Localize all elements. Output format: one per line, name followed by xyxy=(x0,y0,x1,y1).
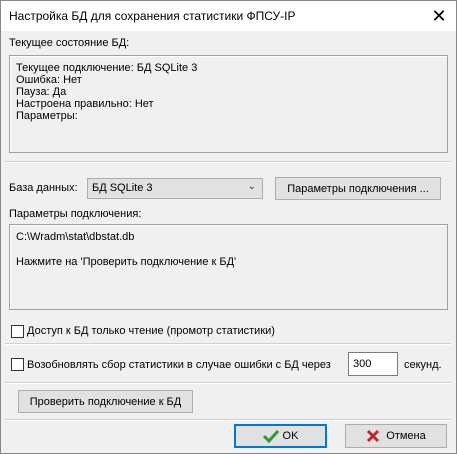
status-line: Параметры: xyxy=(16,110,78,122)
cancel-label: Отмена xyxy=(386,430,426,442)
connection-label: Параметры подключения: xyxy=(9,208,142,220)
connection-path: C:\Wradm\stat\dbstat.db xyxy=(16,231,135,243)
readonly-label[interactable]: Доступ к БД только чтение (промотр стати… xyxy=(27,325,275,337)
check-connection-button[interactable]: Проверить подключение к БД xyxy=(18,390,193,413)
divider xyxy=(5,382,451,384)
resume-seconds-input[interactable]: 300 xyxy=(348,352,398,376)
db-select-value: БД SQLite 3 xyxy=(92,182,153,194)
divider xyxy=(5,419,451,421)
cancel-button[interactable]: Отмена xyxy=(345,424,447,448)
resume-checkbox[interactable] xyxy=(11,358,24,371)
settings-dialog: Настройка БД для сохранения статистики Ф… xyxy=(0,0,457,454)
resume-label[interactable]: Возобновлять сбор статистики в случае ош… xyxy=(27,359,331,371)
connection-hint: Нажмите на 'Проверить подключение к БД' xyxy=(16,256,237,268)
resume-unit: секунд. xyxy=(404,359,442,371)
status-line: Пауза: Да xyxy=(16,86,67,98)
status-panel: Текущее подключение: БД SQLite 3 Ошибка:… xyxy=(9,55,448,153)
status-line: Настроена правильно: Нет xyxy=(16,98,154,110)
db-select[interactable]: БД SQLite 3 ⌄ xyxy=(87,178,263,199)
cross-icon xyxy=(367,429,380,443)
close-icon[interactable]: ✕ xyxy=(422,1,456,31)
window-title: Настройка БД для сохранения статистики Ф… xyxy=(9,9,296,23)
connection-panel: C:\Wradm\stat\dbstat.db Нажмите на 'Пров… xyxy=(9,224,448,310)
connection-params-button[interactable]: Параметры подключения ... xyxy=(275,177,441,200)
db-label: База данных: xyxy=(9,182,78,194)
ok-button[interactable]: OK xyxy=(234,424,327,448)
divider xyxy=(5,161,451,163)
status-label: Текущее состояние БД: xyxy=(9,37,130,49)
resume-seconds-value: 300 xyxy=(353,358,372,370)
chevron-down-icon: ⌄ xyxy=(247,181,256,192)
status-line: Текущее подключение: БД SQLite 3 xyxy=(16,62,198,74)
title-bar: Настройка БД для сохранения статистики Ф… xyxy=(1,1,456,31)
ok-label: OK xyxy=(282,430,299,442)
status-line: Ошибка: Нет xyxy=(16,74,82,86)
readonly-checkbox[interactable] xyxy=(11,325,24,338)
divider xyxy=(5,343,451,345)
checkmark-icon xyxy=(262,429,279,443)
